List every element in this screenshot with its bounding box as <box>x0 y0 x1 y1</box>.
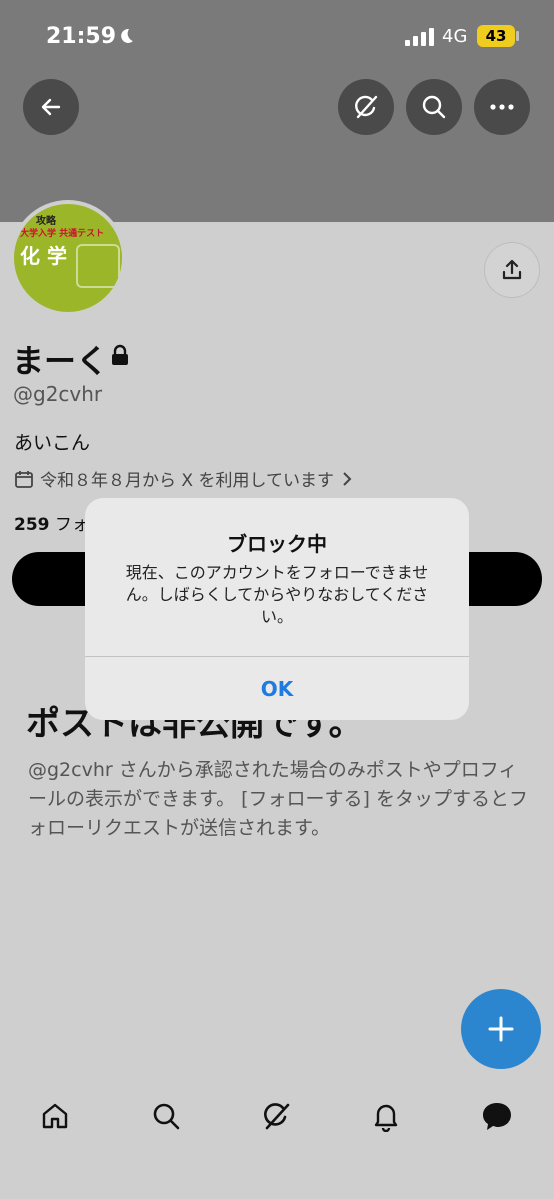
share-button[interactable] <box>484 242 540 298</box>
calendar-icon <box>15 470 33 488</box>
joined-text: 令和８年８月から X を利用しています <box>40 471 334 491</box>
status-time: 21:59 <box>46 24 117 49</box>
following-label: フォ <box>54 515 89 535</box>
dialog-message: 現在、このアカウントをフォローできません。しばらくしてからやりなおしてください。 <box>125 563 429 626</box>
more-button[interactable] <box>474 79 530 135</box>
private-posts-description: @g2cvhr さんから承認された場合のみポストやプロフィールの表示ができます。… <box>28 759 529 839</box>
battery-tip <box>516 31 519 41</box>
battery-level: 43 <box>477 25 515 47</box>
grok-icon <box>355 95 378 119</box>
tab-grok[interactable] <box>258 1098 294 1134</box>
chevron-right-icon <box>343 471 352 486</box>
dialog-ok-button[interactable]: OK <box>85 657 469 720</box>
avatar[interactable]: 攻略 大学入学 共通テスト 化 学 <box>10 200 126 316</box>
network-type: 4G <box>442 26 468 47</box>
profile-bio: あいこん <box>14 432 91 454</box>
chat-bubble-icon <box>483 1103 511 1130</box>
share-icon <box>502 259 522 280</box>
moon-icon <box>121 28 133 43</box>
following-stat[interactable]: 259 フォ <box>14 510 89 535</box>
tab-home[interactable] <box>37 1098 73 1134</box>
plus-icon <box>488 1016 514 1042</box>
avatar-image: 攻略 大学入学 共通テスト 化 学 <box>14 204 122 312</box>
home-icon <box>42 1103 68 1129</box>
grok-button[interactable] <box>338 79 394 135</box>
avatar-text-1: 攻略 <box>36 216 56 227</box>
avatar-decoration <box>76 244 120 288</box>
search-button[interactable] <box>406 79 462 135</box>
profile-handle: @g2cvhr <box>13 382 103 406</box>
grok-icon <box>264 1103 290 1130</box>
compose-fab[interactable] <box>461 989 541 1069</box>
back-button[interactable] <box>23 79 79 135</box>
more-dots-icon <box>490 104 514 110</box>
joined-date-row[interactable]: 令和８年８月から X を利用しています <box>14 466 354 491</box>
avatar-text-2: 大学入学 共通テスト <box>20 229 105 239</box>
dialog-title: ブロック中 <box>227 532 327 556</box>
profile-name: まーく <box>12 342 109 380</box>
avatar-text-3: 化 学 <box>20 244 67 268</box>
tab-messages[interactable] <box>479 1098 515 1134</box>
tab-notifications[interactable] <box>368 1098 404 1134</box>
lock-icon <box>112 344 128 365</box>
search-icon <box>153 1103 180 1130</box>
following-count: 259 <box>14 515 50 535</box>
search-icon <box>422 95 446 119</box>
tab-search[interactable] <box>148 1098 184 1134</box>
bell-icon <box>374 1104 398 1132</box>
back-arrow-icon <box>41 98 61 116</box>
signal-icon <box>405 28 434 46</box>
